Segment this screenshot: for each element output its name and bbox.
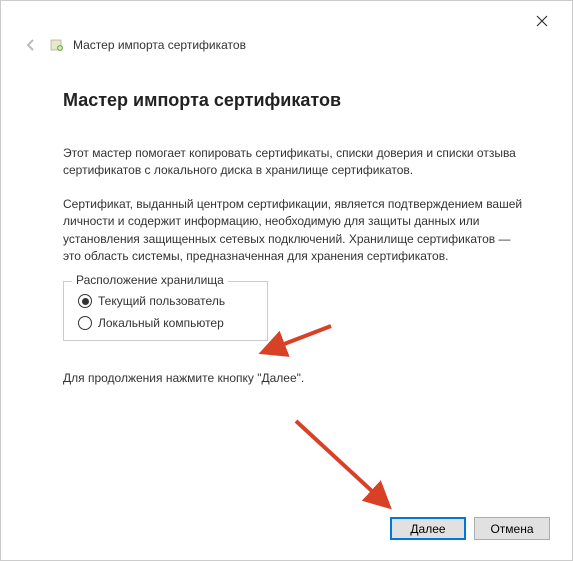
back-button[interactable] — [21, 35, 41, 55]
wizard-window: Мастер импорта сертификатов Мастер импор… — [0, 0, 573, 561]
close-icon — [536, 15, 548, 27]
certificate-wizard-icon — [49, 37, 65, 53]
content-area: Мастер импорта сертификатов Этот мастер … — [1, 55, 572, 385]
header-row: Мастер импорта сертификатов — [1, 35, 572, 55]
intro-paragraph-1: Этот мастер помогает копировать сертифик… — [63, 145, 524, 180]
annotation-arrow-2 — [286, 416, 396, 511]
continue-text: Для продолжения нажмите кнопку "Далее". — [63, 371, 524, 385]
header-title: Мастер импорта сертификатов — [73, 38, 246, 52]
radio-current-user[interactable]: Текущий пользователь — [78, 294, 253, 308]
back-arrow-icon — [24, 38, 38, 52]
store-location-group: Расположение хранилища Текущий пользоват… — [63, 281, 268, 341]
radio-label-current-user: Текущий пользователь — [98, 294, 225, 308]
close-button[interactable] — [527, 6, 557, 36]
radio-icon — [78, 294, 92, 308]
cancel-button[interactable]: Отмена — [474, 517, 550, 540]
radio-label-local-computer: Локальный компьютер — [98, 316, 224, 330]
page-heading: Мастер импорта сертификатов — [63, 90, 524, 111]
intro-paragraph-2: Сертификат, выданный центром сертификаци… — [63, 196, 524, 266]
radio-icon — [78, 316, 92, 330]
store-location-legend: Расположение хранилища — [72, 273, 228, 287]
radio-local-computer[interactable]: Локальный компьютер — [78, 316, 253, 330]
footer-buttons: Далее Отмена — [390, 517, 550, 540]
next-button[interactable]: Далее — [390, 517, 466, 540]
